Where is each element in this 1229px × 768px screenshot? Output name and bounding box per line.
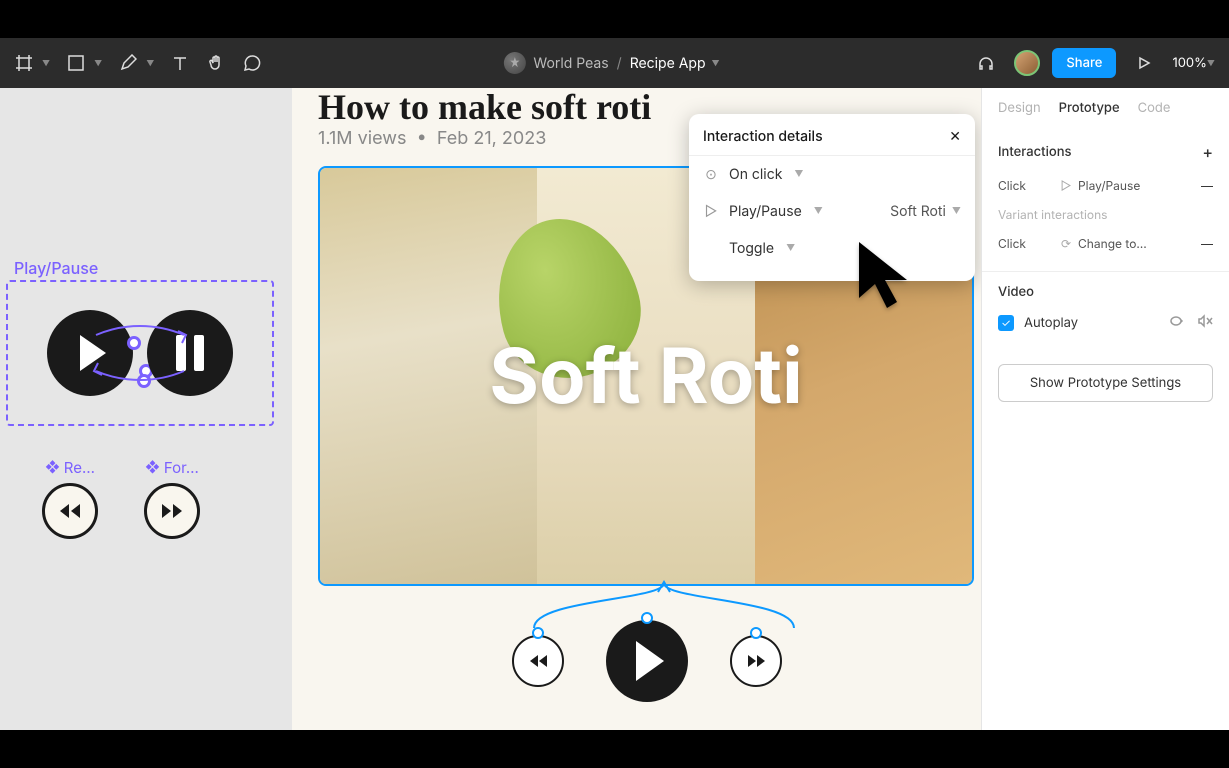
- remove-icon[interactable]: —: [1201, 178, 1213, 193]
- show-prototype-settings-button[interactable]: Show Prototype Settings: [998, 364, 1213, 402]
- rewind-button[interactable]: [512, 635, 564, 687]
- remove-icon[interactable]: —: [1201, 236, 1213, 251]
- video-controls: [512, 620, 782, 702]
- chevron-down-icon: ▼: [1207, 58, 1215, 68]
- component-set-frame[interactable]: [6, 280, 274, 426]
- tab-design[interactable]: Design: [998, 100, 1041, 116]
- mute-icon[interactable]: [1197, 314, 1213, 332]
- add-interaction-button[interactable]: +: [1202, 142, 1213, 162]
- page-subtitle: 1.1M views • Feb 21, 2023: [318, 128, 546, 149]
- team-name: World Peas: [533, 55, 608, 72]
- canvas-left[interactable]: Play/Pause ❖Re…: [0, 88, 292, 730]
- canvas-main[interactable]: How to make soft roti 1.1M views • Feb 2…: [292, 88, 981, 730]
- popover-title: Interaction details: [703, 128, 823, 145]
- component-set-label[interactable]: Play/Pause: [14, 258, 98, 278]
- action-select[interactable]: ▷ Play/Pause▼ Soft Roti▼: [689, 193, 975, 230]
- zoom-control[interactable]: 100%▼: [1172, 55, 1221, 71]
- file-name: Recipe App: [630, 55, 706, 72]
- pause-variant[interactable]: [147, 310, 233, 396]
- connector-node[interactable]: [127, 336, 141, 350]
- properties-panel: Design Prototype Code Interactions + Cli…: [981, 88, 1229, 730]
- present-button[interactable]: [1128, 47, 1160, 79]
- team-badge-icon: [503, 52, 525, 74]
- play-button[interactable]: [606, 620, 688, 702]
- chevron-down-icon: ▼: [814, 206, 823, 217]
- document-title[interactable]: World Peas / Recipe App ▼: [503, 52, 725, 74]
- component-badge-icon: ❖: [45, 459, 60, 476]
- chevron-down-icon: ▼: [786, 243, 795, 254]
- forward-icon: [144, 483, 200, 539]
- forward-label: For…: [164, 458, 199, 477]
- interaction-details-popover: Interaction details ✕ ⊙ On click▼ ▷ Play…: [689, 114, 975, 281]
- comment-tool[interactable]: [236, 47, 268, 79]
- variant-interactions-label: Variant interactions: [998, 201, 1213, 228]
- share-button[interactable]: Share: [1052, 48, 1116, 78]
- interactions-title: Interactions: [998, 144, 1072, 160]
- cursor-icon: [851, 238, 921, 322]
- chevron-down-icon: ▼: [794, 169, 803, 180]
- swap-icon: ⟳: [1054, 236, 1078, 251]
- play-icon: ▷: [703, 204, 719, 220]
- tab-prototype[interactable]: Prototype: [1059, 100, 1120, 116]
- rewind-icon: [42, 483, 98, 539]
- play-icon: [636, 641, 664, 681]
- hand-tool[interactable]: [200, 47, 232, 79]
- loop-icon[interactable]: [1169, 314, 1185, 332]
- mode-select[interactable]: Toggle▼: [689, 230, 975, 267]
- tab-code[interactable]: Code: [1138, 100, 1171, 116]
- shape-tool[interactable]: [60, 47, 92, 79]
- play-variant[interactable]: [47, 310, 133, 396]
- chevron-down-icon: ▼: [952, 206, 961, 217]
- trigger-icon: ⊙: [703, 167, 719, 183]
- video-overlay-text: Soft Roti: [489, 330, 802, 422]
- text-tool[interactable]: [164, 47, 196, 79]
- play-icon: ▷: [1054, 178, 1078, 193]
- chevron-down-icon[interactable]: ▼: [42, 58, 50, 68]
- rewind-component[interactable]: ❖Re…: [42, 458, 98, 539]
- panel-tabs: Design Prototype Code: [982, 88, 1229, 130]
- frame-tool[interactable]: [8, 47, 40, 79]
- connector-node[interactable]: [137, 374, 151, 388]
- page-title: How to make soft roti: [318, 88, 651, 128]
- user-avatar[interactable]: [1014, 50, 1040, 76]
- close-icon[interactable]: ✕: [949, 128, 961, 145]
- target-select[interactable]: Soft Roti▼: [890, 203, 961, 220]
- pen-tool[interactable]: [112, 47, 144, 79]
- checkbox-checked-icon[interactable]: ✓: [998, 315, 1014, 331]
- autoplay-option[interactable]: ✓ Autoplay: [998, 308, 1213, 338]
- component-badge-icon: ❖: [145, 459, 160, 476]
- interaction-row[interactable]: Click ▷ Play/Pause —: [998, 170, 1213, 201]
- main-toolbar: ▼ ▼ ▼ World Peas / Recipe App ▼ Share 10…: [0, 38, 1229, 88]
- interactions-section: Interactions + Click ▷ Play/Pause — Vari…: [982, 130, 1229, 271]
- chevron-down-icon[interactable]: ▼: [94, 58, 102, 68]
- chevron-down-icon[interactable]: ▼: [146, 58, 154, 68]
- rewind-label: Re…: [64, 458, 95, 477]
- trigger-select[interactable]: ⊙ On click▼: [689, 156, 975, 193]
- interaction-row[interactable]: Click ⟳ Change to… —: [998, 228, 1213, 259]
- chevron-down-icon[interactable]: ▼: [712, 58, 720, 68]
- headphones-icon[interactable]: [970, 47, 1002, 79]
- video-section: Video ✓ Autoplay: [982, 271, 1229, 350]
- forward-button[interactable]: [730, 635, 782, 687]
- play-icon: [80, 335, 106, 371]
- forward-component[interactable]: ❖For…: [144, 458, 200, 539]
- video-section-title: Video: [998, 284, 1034, 300]
- pause-icon: [176, 335, 204, 371]
